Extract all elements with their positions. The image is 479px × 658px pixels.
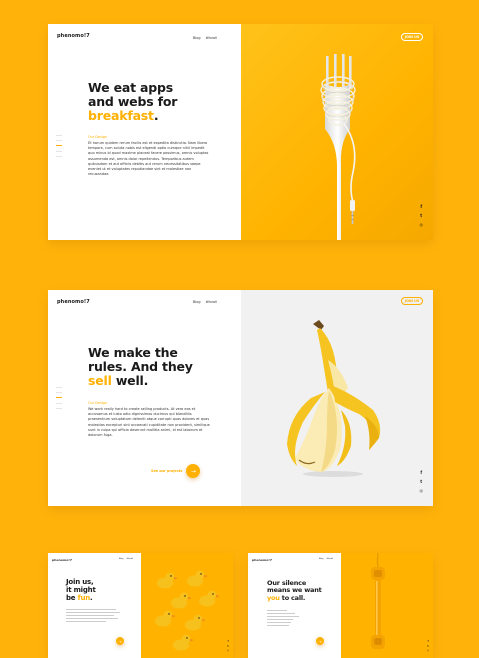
screen-breakfast: phenomo!7 We eat apps and webs for break… (48, 24, 433, 240)
rubber-ducks-image (155, 570, 220, 651)
facebook-icon[interactable]: f (428, 641, 429, 643)
arrow-right-icon[interactable]: → (316, 637, 324, 645)
banana-image (287, 320, 381, 477)
page-title: Our silence means we want you to call. (267, 579, 322, 602)
arrow-right-icon[interactable]: → (116, 637, 124, 645)
social-links: f t ◎ (427, 641, 429, 652)
section-dot[interactable] (56, 140, 62, 141)
hero-image-panel: Blog #forall JOIN US f t ◎ (193, 24, 433, 240)
section-dot[interactable] (56, 402, 62, 404)
section-dot-active[interactable] (56, 397, 62, 399)
section-dot[interactable] (56, 392, 62, 393)
logo[interactable]: phenomo!7 (57, 299, 90, 305)
nav-item-forall[interactable]: #forall (206, 300, 217, 304)
hero-image-panel: Blog #forall JOIN US f t ◎ (193, 290, 433, 506)
content-panel: phenomo!7 We make the rules. And they se… (48, 290, 241, 506)
screen-rules: phenomo!7 We make the rules. And they se… (48, 290, 433, 506)
twitter-icon[interactable]: t (420, 214, 422, 218)
section-dot[interactable] (56, 155, 62, 157)
instagram-icon[interactable]: ◎ (427, 649, 429, 652)
section-dot-active[interactable] (56, 145, 62, 147)
logo[interactable]: phenomo!7 (52, 558, 72, 562)
content-panel: phenomo!7 Our silence means we want you … (248, 553, 341, 658)
section-dot[interactable] (56, 150, 62, 152)
nav-item-blog[interactable]: Blog (119, 558, 123, 560)
instagram-icon[interactable]: ◎ (420, 223, 424, 227)
page-title: Join us, it might be fun. (66, 578, 96, 602)
body-placeholder (66, 609, 120, 623)
section-body: We work really hard to create selling pr… (88, 407, 210, 437)
nav-item-forall[interactable]: #forall (206, 36, 217, 40)
phone-image-panel: Blog #forall f t ◎ (319, 553, 433, 658)
nav-item-blog[interactable]: Blog (319, 558, 323, 560)
content-panel: phenomo!7 Join us, it might be fun. → (48, 553, 141, 658)
facebook-icon[interactable]: f (420, 471, 422, 475)
instagram-icon[interactable]: ◎ (420, 489, 424, 493)
see-projects-cta[interactable]: See our projects → (151, 464, 201, 478)
section-subheading: Our Design (88, 135, 107, 139)
telephone-handset-image (371, 553, 385, 649)
top-nav: Blog #forall (319, 558, 333, 560)
logo[interactable]: phenomo!7 (57, 33, 90, 39)
facebook-icon[interactable]: f (228, 641, 229, 643)
screen-join-us: phenomo!7 Join us, it might be fun. → Bl… (48, 553, 233, 658)
cta-label[interactable]: See our projects (151, 469, 182, 473)
social-links: f t ◎ (420, 205, 424, 227)
instagram-icon[interactable]: ◎ (227, 649, 229, 652)
social-links: f t ◎ (227, 641, 229, 652)
nav-item-blog[interactable]: Blog (193, 36, 201, 40)
top-nav: Blog #forall (193, 300, 217, 304)
section-body: Et harum quidem rerum facilis est et exp… (88, 141, 209, 177)
top-nav: Blog #forall (119, 558, 133, 560)
section-dot[interactable] (56, 407, 62, 409)
contact-placeholder (267, 610, 299, 627)
section-dot[interactable] (56, 387, 62, 388)
arrow-right-icon[interactable]: → (186, 464, 201, 478)
page-title: We eat apps and webs for breakfast. (88, 80, 178, 123)
social-links: f t ◎ (420, 471, 424, 493)
nav-item-forall[interactable]: #forall (126, 558, 133, 560)
logo[interactable]: phenomo!7 (252, 558, 272, 562)
section-indicator (56, 387, 62, 409)
page-title: We make the rules. And they sell well. (88, 345, 193, 388)
nav-item-forall[interactable]: #forall (326, 558, 333, 560)
ducks-image-panel: Blog #forall f t ◎ (119, 553, 233, 658)
section-subheading: Our Design (88, 401, 107, 405)
section-dot[interactable] (56, 135, 62, 136)
twitter-icon[interactable]: t (420, 480, 422, 484)
twitter-icon[interactable]: t (428, 645, 429, 648)
screen-call-us: phenomo!7 Our silence means we want you … (248, 553, 433, 658)
content-panel: phenomo!7 We eat apps and webs for break… (48, 24, 241, 240)
section-indicator (56, 135, 62, 157)
fork-cable-image (320, 54, 356, 240)
nav-item-blog[interactable]: Blog (193, 300, 201, 304)
twitter-icon[interactable]: t (228, 645, 229, 648)
facebook-icon[interactable]: f (420, 205, 422, 209)
top-nav: Blog #forall (193, 36, 217, 40)
